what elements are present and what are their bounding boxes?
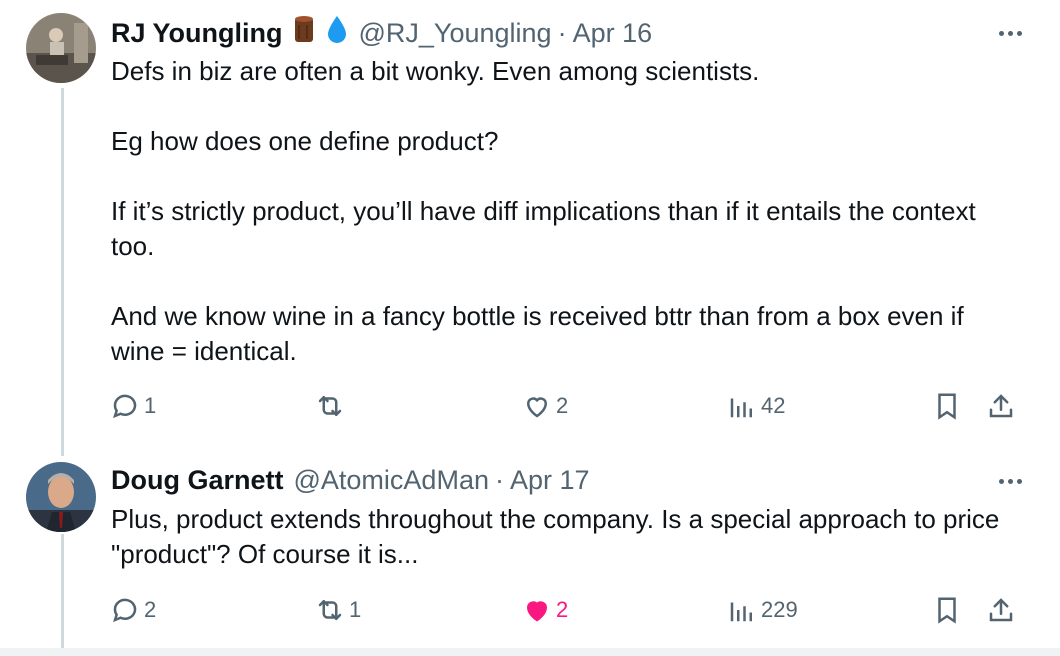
tweet[interactable]: Doug Garnett @AtomicAdMan · Apr 17 Plus,… — [0, 448, 1060, 648]
view-count: 229 — [761, 597, 798, 622]
tweet-actions: 2 1 2 229 — [110, 592, 1030, 628]
heart-icon — [526, 397, 548, 418]
repost-count: 1 — [349, 597, 362, 622]
avatar[interactable] — [26, 462, 96, 532]
log-emoji-icon — [293, 15, 315, 50]
reply-button[interactable]: 1 — [110, 388, 156, 424]
share-icon — [989, 394, 1013, 418]
repost-icon — [318, 396, 342, 416]
like-count: 2 — [556, 393, 569, 418]
reply-count: 1 — [144, 393, 157, 418]
view-count: 42 — [761, 393, 786, 418]
repost-icon — [318, 600, 342, 620]
bookmark-button[interactable] — [932, 388, 962, 424]
bookmark-icon — [938, 393, 956, 420]
tweet-header: Doug Garnett @AtomicAdMan · Apr 17 — [111, 464, 590, 496]
reply-icon — [113, 598, 137, 623]
separator: · — [494, 465, 504, 495]
tweet-date[interactable]: Apr 16 — [573, 17, 653, 49]
views-button[interactable]: 229 — [727, 592, 798, 628]
tweet-text: Plus, product extends throughout the com… — [111, 504, 1007, 569]
share-button[interactable] — [986, 388, 1016, 424]
more-options-icon[interactable] — [990, 466, 1030, 496]
like-button[interactable]: 2 — [522, 388, 568, 424]
droplet-emoji-icon — [325, 14, 349, 51]
tweet[interactable]: RJ Youngling @RJ_Youngling · Apr 16 Defs… — [0, 0, 1060, 448]
bottom-divider — [0, 648, 1060, 656]
tweet-header: RJ Youngling @RJ_Youngling · Apr 16 — [111, 14, 652, 51]
heart-filled-icon — [526, 601, 548, 622]
share-icon — [989, 598, 1013, 622]
separator: · — [557, 17, 567, 48]
like-count: 2 — [556, 597, 569, 622]
avatar[interactable] — [26, 13, 96, 83]
author-name[interactable]: RJ Youngling — [111, 17, 283, 49]
reply-button[interactable]: 2 — [110, 592, 156, 628]
author-name[interactable]: Doug Garnett — [111, 464, 284, 496]
repost-button[interactable] — [315, 388, 349, 424]
repost-button[interactable]: 1 — [315, 592, 361, 628]
tweet-actions: 1 2 42 — [110, 388, 1030, 424]
tweet-date[interactable]: Apr 17 — [510, 464, 590, 496]
reply-count: 2 — [144, 597, 157, 622]
author-handle[interactable]: @RJ_Youngling — [359, 17, 552, 49]
more-options-icon[interactable] — [990, 18, 1030, 48]
analytics-icon — [730, 602, 752, 622]
bookmark-icon — [938, 597, 956, 624]
share-button[interactable] — [986, 592, 1016, 628]
bookmark-button[interactable] — [932, 592, 962, 628]
tweet-text: Defs in biz are often a bit wonky. Even … — [111, 56, 976, 366]
analytics-icon — [730, 398, 752, 418]
author-handle[interactable]: @AtomicAdMan — [294, 464, 489, 496]
like-button[interactable]: 2 — [522, 592, 568, 628]
reply-icon — [113, 394, 137, 419]
views-button[interactable]: 42 — [727, 388, 785, 424]
